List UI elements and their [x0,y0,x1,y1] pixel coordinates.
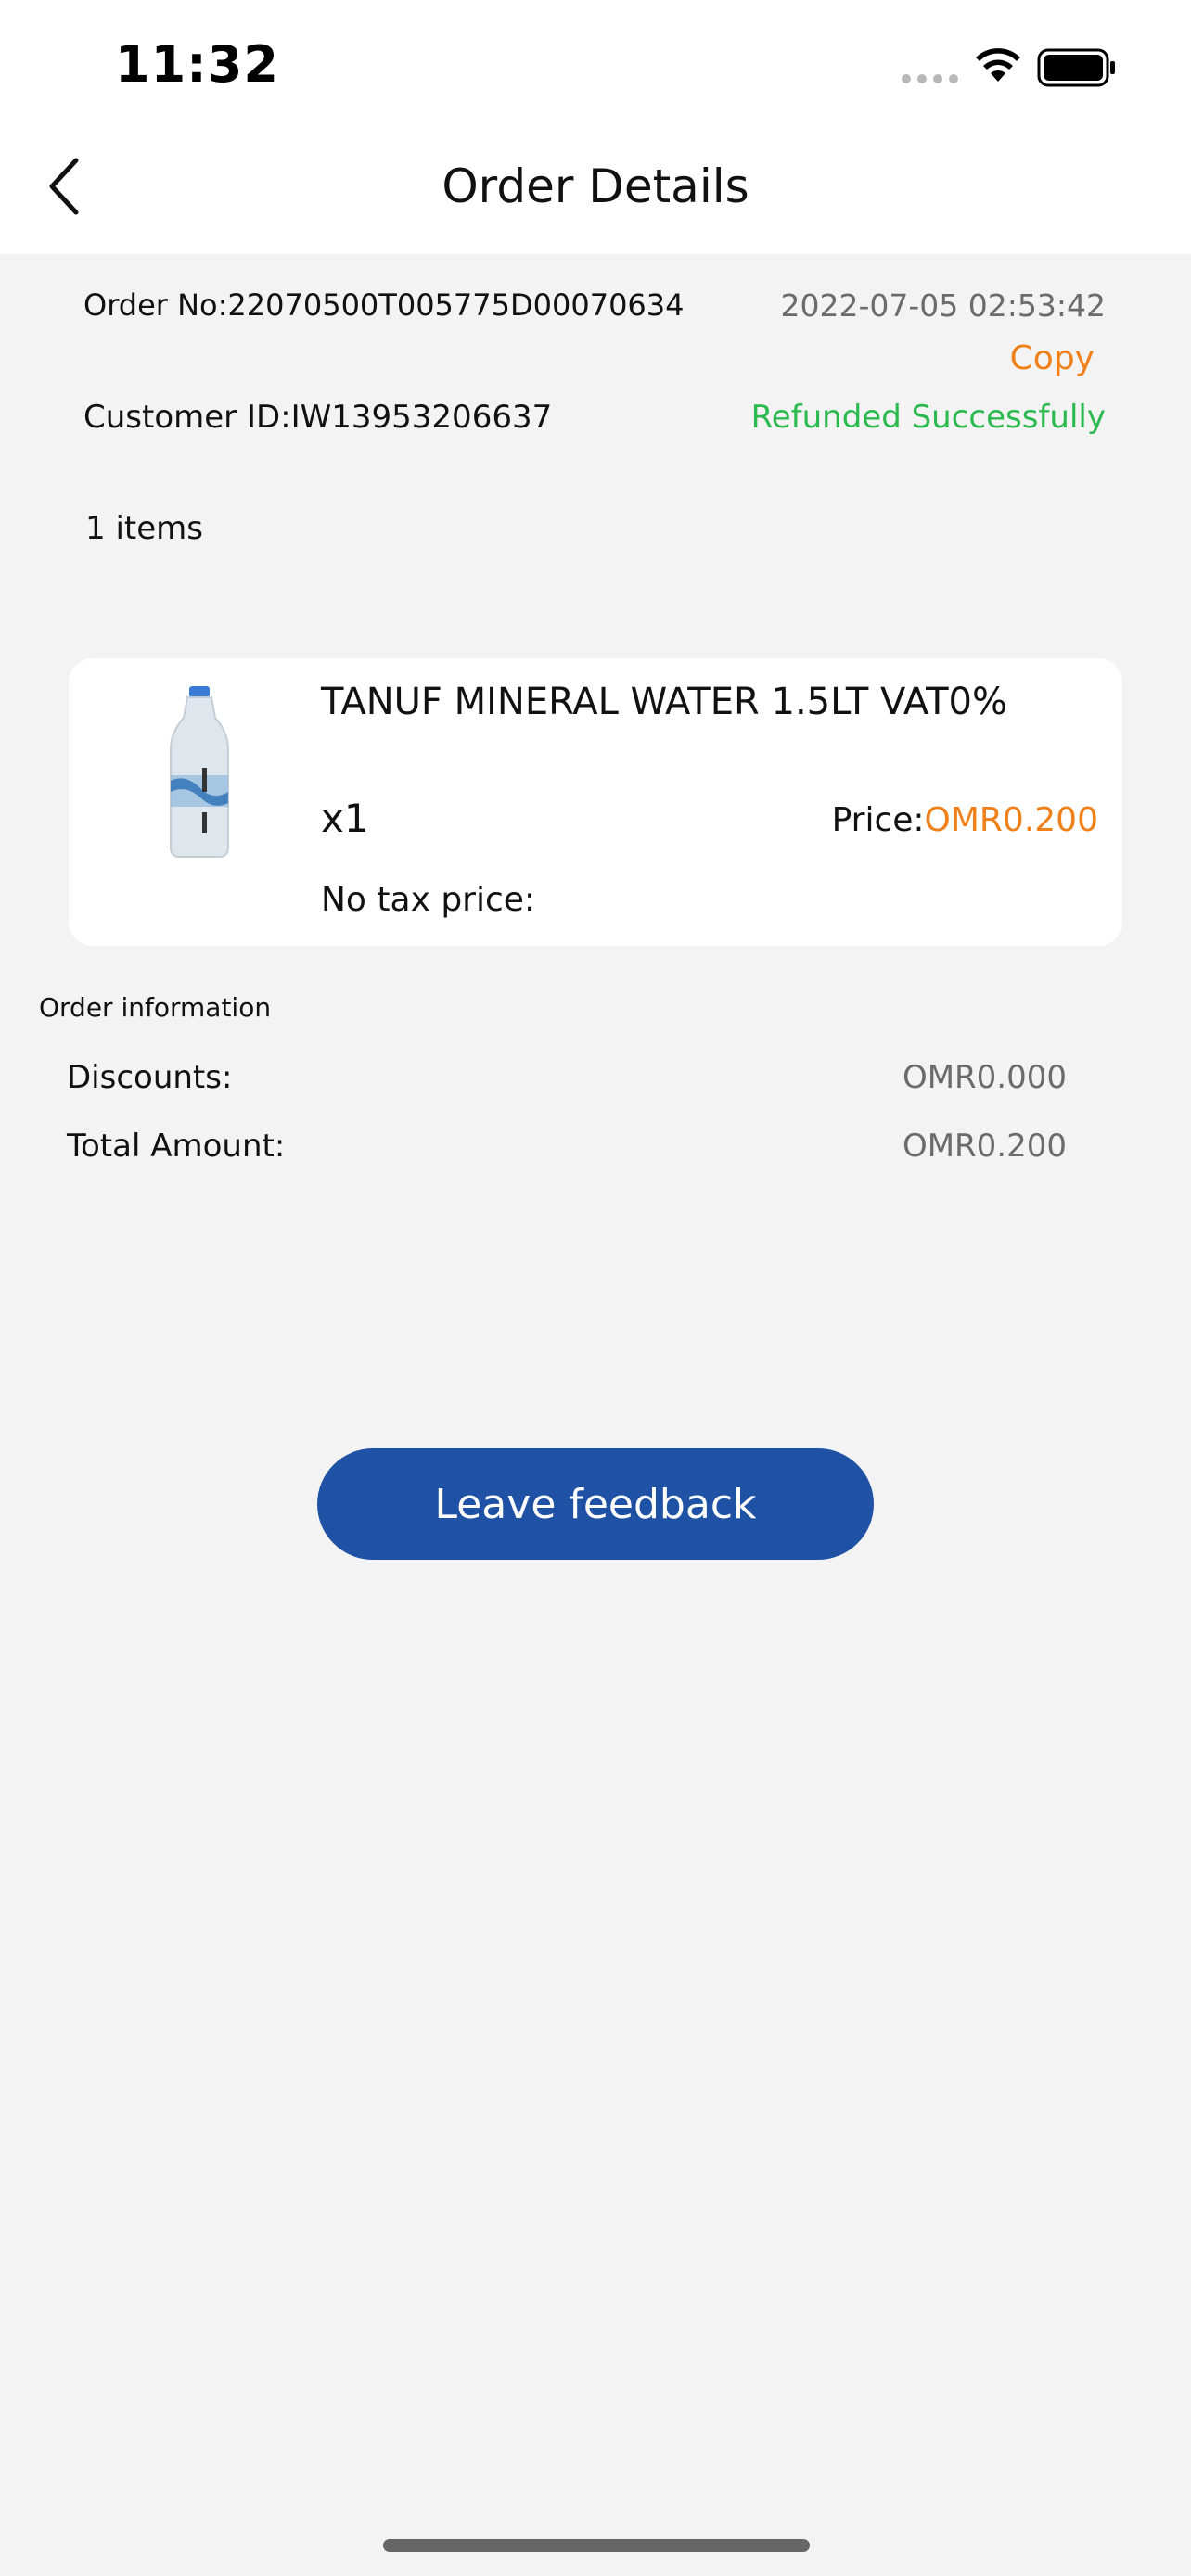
status-time: 11:32 [115,35,279,94]
order-datetime: 2022-07-05 02:53:42 [780,287,1106,324]
leave-feedback-button[interactable]: Leave feedback [317,1448,874,1560]
product-quantity: x1 [321,796,369,841]
price-label: Price: [831,801,925,839]
page-title: Order Details [442,159,749,213]
items-count: 1 items [85,510,203,547]
top-bar: 11:32 Order Details [0,0,1191,254]
order-information-title: Order information [39,992,272,1023]
price-value: OMR0.200 [924,801,1098,839]
total-amount-value: OMR0.200 [902,1128,1067,1165]
home-indicator[interactable] [383,2539,810,2552]
total-amount-label: Total Amount: [67,1128,286,1165]
order-number: Order No:22070500T005775D00070634 [83,287,685,323]
cellular-signal-icon [902,74,958,83]
no-tax-price-label: No tax price: [321,881,536,919]
order-status: Refunded Successfully [750,399,1106,436]
product-card[interactable]: TANUF MINERAL WATER 1.5LT VAT0% x1 Price… [69,658,1122,946]
discounts-label: Discounts: [67,1059,233,1096]
discounts-value: OMR0.000 [902,1059,1067,1096]
product-name: TANUF MINERAL WATER 1.5LT VAT0% [321,681,1007,723]
wifi-icon [976,48,1020,82]
product-price: Price:OMR0.200 [832,801,1098,839]
copy-button[interactable]: Copy [1010,339,1095,377]
battery-icon [1037,48,1115,87]
customer-id: Customer ID:IW13953206637 [83,399,553,436]
water-bottle-icon [170,686,229,858]
